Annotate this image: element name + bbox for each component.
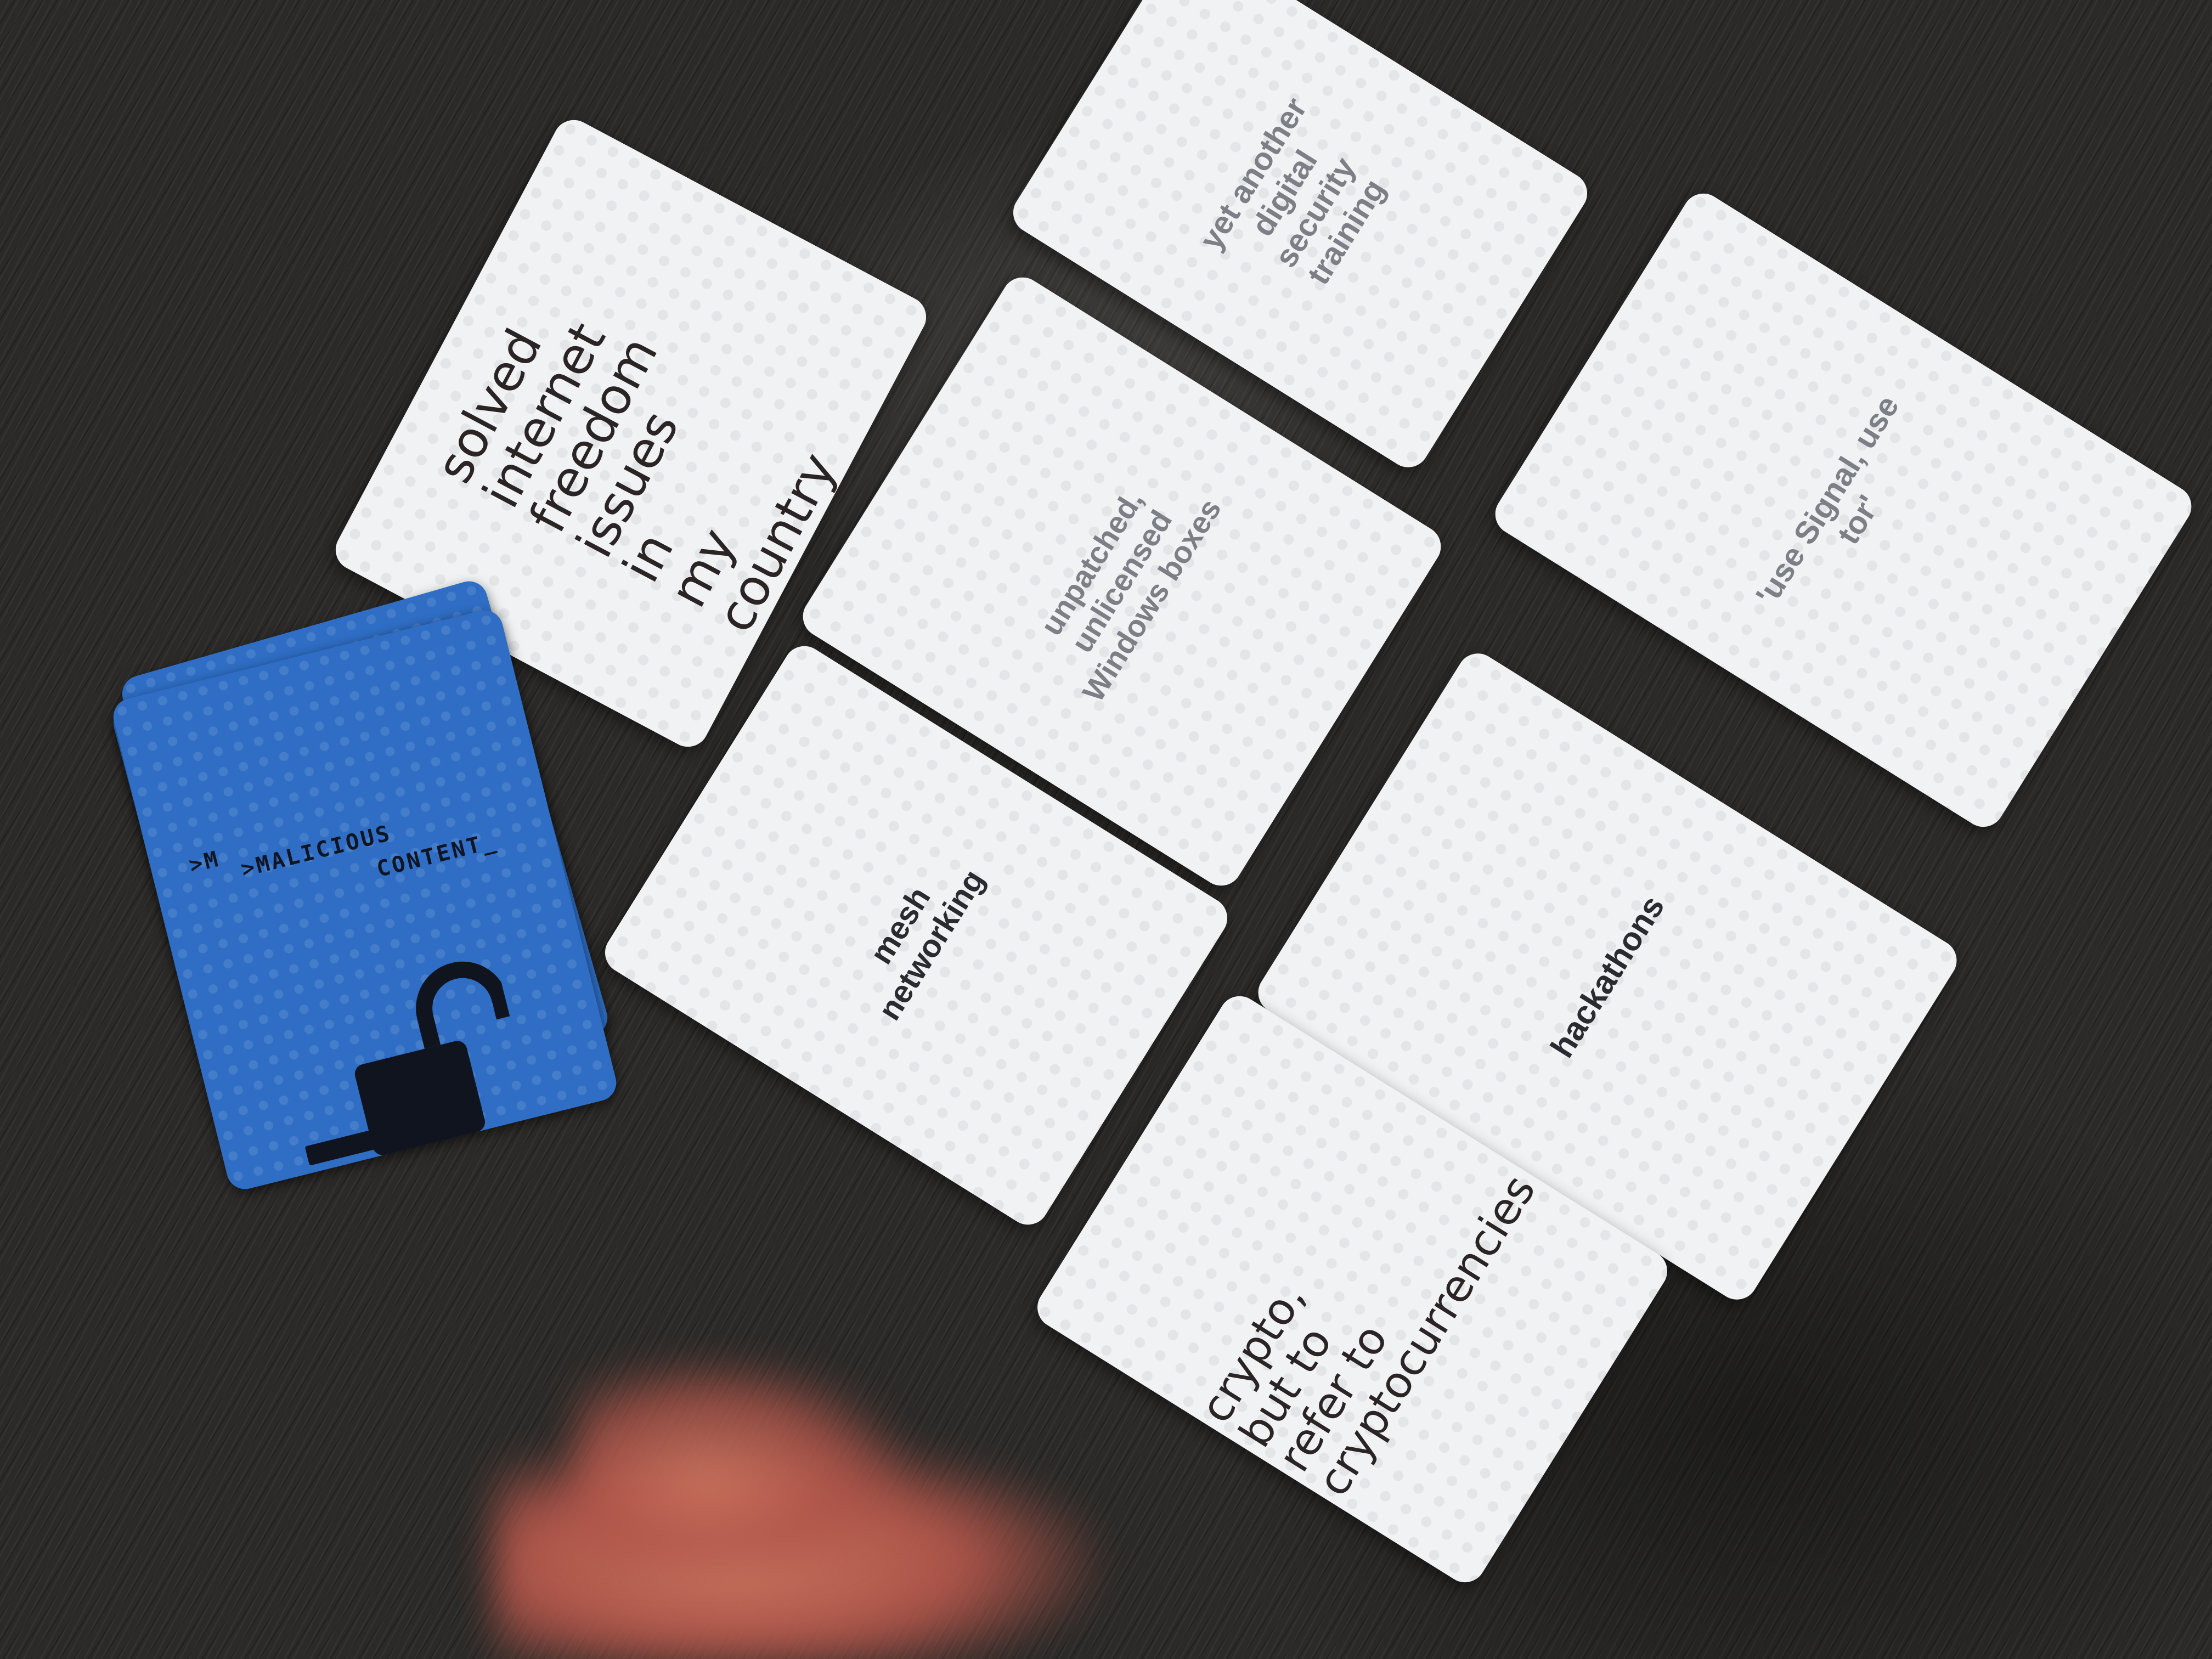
blurred-hand-fingers <box>576 1361 905 1569</box>
card-text: hackathons <box>1543 889 1672 1064</box>
card-text: mesh networking <box>863 863 992 1026</box>
deck-word-malicious: >MALICIOUS <box>238 820 394 883</box>
deck-word-content: CONTENT_ <box>374 828 500 883</box>
card-text: yet another digital security training <box>1193 91 1393 291</box>
deck-prefix: >M <box>187 846 223 878</box>
card-text: unpatched, unlicensed Windows boxes <box>1033 484 1228 708</box>
card-text: 'use Signal, use tor' <box>1748 389 1906 612</box>
handwritten-text: crypto, but to refer to cryptocurrencies <box>1190 1166 1545 1505</box>
